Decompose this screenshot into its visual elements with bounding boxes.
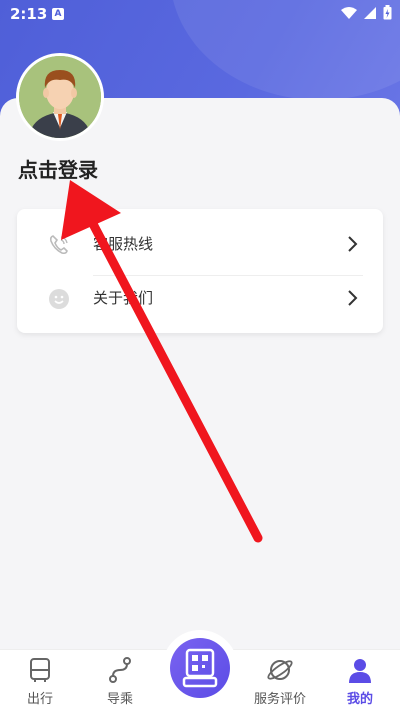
notification-a-icon: A	[52, 8, 64, 20]
qr-scan-icon	[182, 648, 218, 688]
nav-label: 出行	[26, 692, 53, 707]
login-title[interactable]: 点击登录	[18, 154, 98, 183]
status-bar: 2:13 A	[0, 0, 400, 28]
nav-label: 服务评价	[253, 692, 306, 707]
signal-icon	[364, 6, 376, 19]
planet-icon	[267, 660, 293, 680]
smile-icon	[49, 289, 69, 309]
wifi-icon	[341, 6, 357, 19]
avatar[interactable]	[16, 53, 104, 141]
menu-item-label: 关于我们	[93, 289, 154, 307]
menu-item-hotline[interactable]: 客服热线	[17, 215, 383, 276]
scan-button-inner	[170, 638, 230, 698]
battery-icon	[383, 5, 392, 20]
status-time: 2:13	[10, 5, 48, 23]
bus-icon	[30, 658, 50, 682]
user-icon	[349, 659, 371, 683]
nav-item-guide[interactable]: 导乘	[85, 656, 155, 707]
scan-button[interactable]	[162, 630, 238, 706]
nav-label: 我的	[346, 692, 373, 707]
menu-card: 客服热线 关于我们	[17, 209, 383, 333]
menu-item-about[interactable]: 关于我们	[17, 269, 383, 327]
nav-item-mine[interactable]: 我的	[325, 656, 395, 707]
nav-item-travel[interactable]: 出行	[5, 656, 75, 707]
route-icon	[109, 657, 131, 683]
chevron-right-icon	[348, 236, 358, 252]
nav-label: 导乘	[106, 692, 133, 707]
nav-item-review[interactable]: 服务评价	[245, 656, 315, 707]
menu-item-label: 客服热线	[93, 235, 154, 253]
phone-icon	[49, 235, 68, 255]
chevron-right-icon	[348, 290, 358, 306]
status-icons	[341, 5, 392, 20]
avatar-person-icon	[19, 56, 101, 138]
